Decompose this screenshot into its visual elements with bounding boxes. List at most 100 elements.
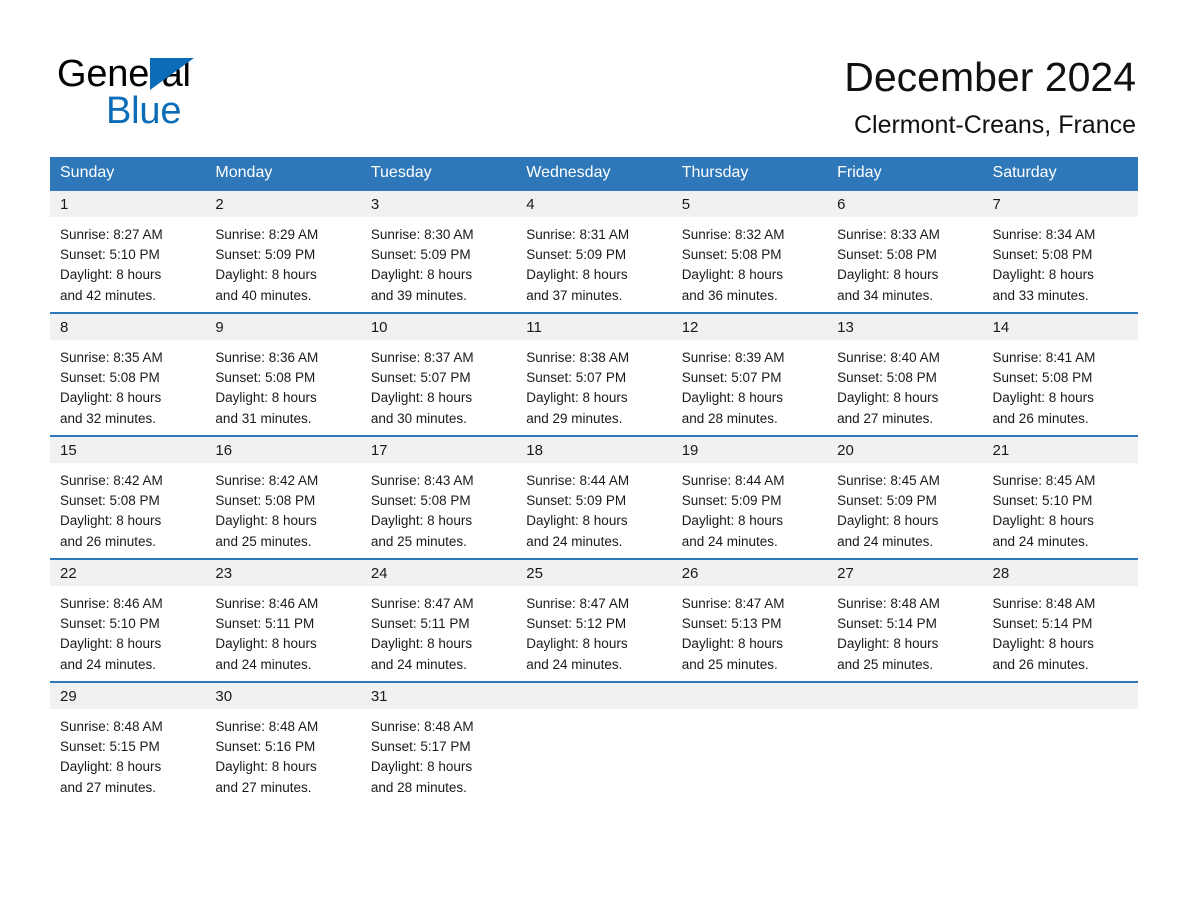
day-details: Sunrise: 8:38 AM Sunset: 5:07 PM Dayligh… xyxy=(516,340,671,429)
daylight-text-line1: Daylight: 8 hours xyxy=(60,267,162,283)
sunrise-text: Sunrise: 8:43 AM xyxy=(370,473,474,488)
sunset-text: Sunset: 5:08 PM xyxy=(370,493,471,509)
sunset-text: Sunset: 5:09 PM xyxy=(837,493,937,509)
daylight-text-line1: Daylight: 8 hours xyxy=(681,390,783,406)
day-details: Sunrise: 8:40 AM Sunset: 5:08 PM Dayligh… xyxy=(827,340,982,429)
day-details: Sunrise: 8:48 AM Sunset: 5:15 PM Dayligh… xyxy=(50,709,205,798)
daylight-text-line2: and 24 minutes. xyxy=(60,656,157,672)
daylight-text-line2: and 34 minutes. xyxy=(837,287,934,303)
day-number xyxy=(516,683,672,709)
daylight-text-line1: Daylight: 8 hours xyxy=(370,390,473,406)
calendar-day-cell[interactable]: 14 Sunrise: 8:41 AM Sunset: 5:08 PM Dayl… xyxy=(982,312,1138,436)
daylight-text-line2: and 37 minutes. xyxy=(526,287,623,303)
calendar-day-cell[interactable]: 27 Sunrise: 8:48 AM Sunset: 5:14 PM Dayl… xyxy=(827,558,983,682)
daylight-text-line2: and 25 minutes. xyxy=(837,656,934,672)
calendar-day-cell[interactable]: 23 Sunrise: 8:46 AM Sunset: 5:11 PM Dayl… xyxy=(205,558,361,682)
calendar-day-cell[interactable]: 9 Sunrise: 8:36 AM Sunset: 5:08 PM Dayli… xyxy=(205,312,361,436)
sunrise-text: Sunrise: 8:42 AM xyxy=(60,473,163,488)
daylight-text-line2: and 39 minutes. xyxy=(370,287,467,303)
calendar-day-cell[interactable]: 30 Sunrise: 8:48 AM Sunset: 5:16 PM Dayl… xyxy=(205,681,361,804)
calendar-day-cell-empty xyxy=(671,681,828,804)
day-number: 13 xyxy=(827,314,983,340)
daylight-text-line1: Daylight: 8 hours xyxy=(992,636,1094,652)
daylight-text-line2: and 27 minutes. xyxy=(837,410,934,426)
sunset-text: Sunset: 5:15 PM xyxy=(60,739,160,755)
sunrise-text: Sunrise: 8:31 AM xyxy=(526,227,630,242)
day-details xyxy=(827,709,982,717)
day-number: 17 xyxy=(360,437,517,463)
sunset-text: Sunset: 5:09 PM xyxy=(526,247,627,263)
sunrise-text: Sunrise: 8:38 AM xyxy=(526,350,630,365)
calendar-day-cell[interactable]: 5 Sunrise: 8:32 AM Sunset: 5:08 PM Dayli… xyxy=(671,191,828,313)
day-number: 12 xyxy=(671,314,828,340)
daylight-text-line1: Daylight: 8 hours xyxy=(370,759,473,775)
sunrise-text: Sunrise: 8:48 AM xyxy=(60,719,163,734)
calendar-day-cell[interactable]: 15 Sunrise: 8:42 AM Sunset: 5:08 PM Dayl… xyxy=(50,435,206,559)
day-number: 26 xyxy=(671,560,828,586)
weekday-header-friday: Friday xyxy=(827,157,983,191)
calendar-day-cell[interactable]: 11 Sunrise: 8:38 AM Sunset: 5:07 PM Dayl… xyxy=(516,312,672,436)
daylight-text-line1: Daylight: 8 hours xyxy=(992,390,1094,406)
calendar-header-row: Sunday Monday Tuesday Wednesday Thursday… xyxy=(50,157,1138,191)
daylight-text-line2: and 24 minutes. xyxy=(526,656,623,672)
sunrise-text: Sunrise: 8:41 AM xyxy=(992,350,1096,365)
calendar-day-cell[interactable]: 4 Sunrise: 8:31 AM Sunset: 5:09 PM Dayli… xyxy=(516,191,672,313)
calendar-day-cell[interactable]: 17 Sunrise: 8:43 AM Sunset: 5:08 PM Dayl… xyxy=(360,435,517,559)
calendar-day-cell[interactable]: 24 Sunrise: 8:47 AM Sunset: 5:11 PM Dayl… xyxy=(360,558,517,682)
day-number: 11 xyxy=(516,314,672,340)
calendar-day-cell[interactable]: 20 Sunrise: 8:45 AM Sunset: 5:09 PM Dayl… xyxy=(827,435,983,559)
daylight-text-line2: and 27 minutes. xyxy=(60,779,157,795)
daylight-text-line1: Daylight: 8 hours xyxy=(526,636,628,652)
calendar-day-cell[interactable]: 13 Sunrise: 8:40 AM Sunset: 5:08 PM Dayl… xyxy=(827,312,983,436)
calendar-day-cell[interactable]: 16 Sunrise: 8:42 AM Sunset: 5:08 PM Dayl… xyxy=(205,435,361,559)
calendar-day-cell[interactable]: 10 Sunrise: 8:37 AM Sunset: 5:07 PM Dayl… xyxy=(360,312,517,436)
day-number xyxy=(671,683,828,709)
sunrise-text: Sunrise: 8:34 AM xyxy=(992,227,1096,242)
day-details: Sunrise: 8:46 AM Sunset: 5:10 PM Dayligh… xyxy=(50,586,205,675)
day-number: 4 xyxy=(516,191,672,217)
sunset-text: Sunset: 5:14 PM xyxy=(992,616,1093,632)
calendar-week-row: 22 Sunrise: 8:46 AM Sunset: 5:10 PM Dayl… xyxy=(50,558,1138,682)
sunrise-text: Sunrise: 8:47 AM xyxy=(370,596,474,611)
day-details: Sunrise: 8:48 AM Sunset: 5:16 PM Dayligh… xyxy=(205,709,360,798)
calendar-day-cell[interactable]: 3 Sunrise: 8:30 AM Sunset: 5:09 PM Dayli… xyxy=(360,191,517,313)
calendar-day-cell[interactable]: 25 Sunrise: 8:47 AM Sunset: 5:12 PM Dayl… xyxy=(516,558,672,682)
calendar-day-cell[interactable]: 1 Sunrise: 8:27 AM Sunset: 5:10 PM Dayli… xyxy=(50,191,206,313)
generalblue-logo[interactable]: General Blue xyxy=(57,52,387,132)
calendar-day-cell[interactable]: 8 Sunrise: 8:35 AM Sunset: 5:08 PM Dayli… xyxy=(50,312,206,436)
page-title: December 2024 xyxy=(844,54,1136,100)
day-number: 5 xyxy=(671,191,828,217)
calendar-day-cell[interactable]: 2 Sunrise: 8:29 AM Sunset: 5:09 PM Dayli… xyxy=(205,191,361,313)
calendar-day-cell[interactable]: 28 Sunrise: 8:48 AM Sunset: 5:14 PM Dayl… xyxy=(982,558,1138,682)
daylight-text-line1: Daylight: 8 hours xyxy=(992,513,1094,529)
day-details: Sunrise: 8:35 AM Sunset: 5:08 PM Dayligh… xyxy=(50,340,205,429)
sunset-text: Sunset: 5:08 PM xyxy=(60,493,160,509)
daylight-text-line2: and 25 minutes. xyxy=(370,533,467,549)
daylight-text-line1: Daylight: 8 hours xyxy=(215,513,317,529)
day-number: 14 xyxy=(982,314,1138,340)
calendar-day-cell[interactable]: 18 Sunrise: 8:44 AM Sunset: 5:09 PM Dayl… xyxy=(516,435,672,559)
calendar-day-cell[interactable]: 29 Sunrise: 8:48 AM Sunset: 5:15 PM Dayl… xyxy=(50,681,206,804)
calendar-day-cell[interactable]: 7 Sunrise: 8:34 AM Sunset: 5:08 PM Dayli… xyxy=(982,191,1138,313)
sunset-text: Sunset: 5:10 PM xyxy=(992,493,1093,509)
sunrise-text: Sunrise: 8:48 AM xyxy=(837,596,940,611)
daylight-text-line1: Daylight: 8 hours xyxy=(837,636,939,652)
calendar-day-cell[interactable]: 12 Sunrise: 8:39 AM Sunset: 5:07 PM Dayl… xyxy=(671,312,828,436)
calendar-day-cell[interactable]: 6 Sunrise: 8:33 AM Sunset: 5:08 PM Dayli… xyxy=(827,191,983,313)
calendar-day-cell[interactable]: 19 Sunrise: 8:44 AM Sunset: 5:09 PM Dayl… xyxy=(671,435,828,559)
calendar-day-cell[interactable]: 31 Sunrise: 8:48 AM Sunset: 5:17 PM Dayl… xyxy=(360,681,517,804)
sunset-text: Sunset: 5:11 PM xyxy=(370,616,470,632)
calendar-day-cell[interactable]: 21 Sunrise: 8:45 AM Sunset: 5:10 PM Dayl… xyxy=(982,435,1138,559)
calendar-day-cell[interactable]: 22 Sunrise: 8:46 AM Sunset: 5:10 PM Dayl… xyxy=(50,558,206,682)
day-number: 6 xyxy=(827,191,983,217)
calendar-page: General Blue December 2024 Clermont-Crea… xyxy=(0,0,1188,918)
calendar-week-row: 8 Sunrise: 8:35 AM Sunset: 5:08 PM Dayli… xyxy=(50,312,1138,436)
calendar-day-cell[interactable]: 26 Sunrise: 8:47 AM Sunset: 5:13 PM Dayl… xyxy=(671,558,828,682)
sunset-text: Sunset: 5:09 PM xyxy=(370,247,471,263)
logo-triangle-icon xyxy=(150,58,194,90)
day-number: 3 xyxy=(360,191,517,217)
daylight-text-line1: Daylight: 8 hours xyxy=(681,267,783,283)
day-details: Sunrise: 8:44 AM Sunset: 5:09 PM Dayligh… xyxy=(672,463,827,552)
daylight-text-line1: Daylight: 8 hours xyxy=(370,636,473,652)
sunset-text: Sunset: 5:10 PM xyxy=(60,247,160,263)
